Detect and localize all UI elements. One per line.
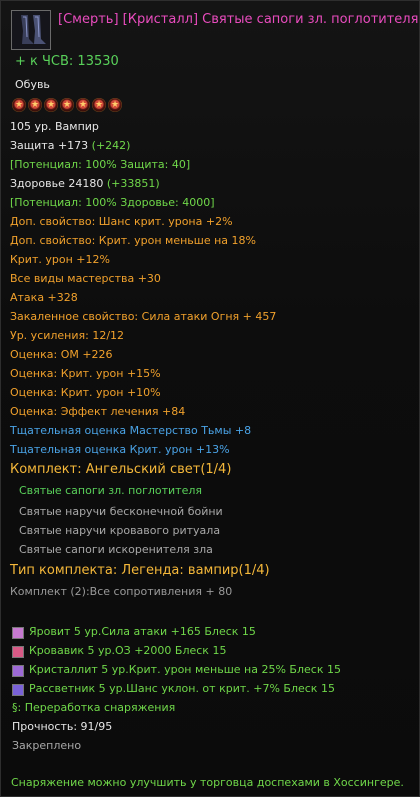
item-level: 105 ур. Вампир <box>10 120 99 133</box>
star-icon: ★ <box>28 98 42 112</box>
potential-health: [Потенциал: 100% Здоровье: 4000] <box>10 196 215 209</box>
tempered-property: Закаленное свойство: Сила атаки Огня + 4… <box>10 310 277 323</box>
upgrade-level: Ур. усиления: 12/12 <box>10 329 125 342</box>
set-bonus: Комплект (2):Все сопротивления + 80 <box>10 585 233 598</box>
gem-icon <box>12 665 24 677</box>
boots-item-icon <box>11 10 51 50</box>
set-item-4: Святые сапоги искоренителя зла <box>19 543 213 556</box>
health-bonus: (+33851) <box>106 177 160 190</box>
attack-stat: Атака +328 <box>10 291 78 304</box>
gem-icon <box>12 646 24 658</box>
defense-bonus: (+242) <box>91 139 131 152</box>
star-icon: ★ <box>92 98 106 112</box>
equipment-rework: §: Переработка снаряжения <box>12 701 176 714</box>
thorough-rating-2: Тщательная оценка Крит. урон +13% <box>10 443 230 456</box>
bound-status: Закреплено <box>12 739 82 752</box>
defense-stat: Защита +173 (+242) <box>10 138 130 154</box>
gem-1: Яровит 5 ур.Сила атаки +165 Блеск 15 <box>29 625 256 638</box>
gem-2: Кровавик 5 ур.ОЗ +2000 Блеск 15 <box>29 644 227 657</box>
item-tooltip: [Смерть] [Кристалл] Святые сапоги зл. по… <box>0 0 420 797</box>
extra-property-2: Доп. свойство: Крит. урон меньше на 18% <box>10 234 256 247</box>
item-slot: Обувь <box>15 78 50 91</box>
health-stat: Здоровье 24180 (+33851) <box>10 176 160 192</box>
gem-4: Рассветник 5 ур.Шанс уклон. от крит. +7%… <box>29 682 335 695</box>
enhancement-stars: ★ ★ ★ ★ ★ ★ ★ <box>12 98 122 112</box>
upgrade-hint: Снаряжение можно улучшить у торговца дос… <box>11 776 404 789</box>
item-title: [Смерть] [Кристалл] Святые сапоги зл. по… <box>58 12 419 27</box>
health-value: Здоровье 24180 <box>10 177 104 190</box>
star-icon: ★ <box>76 98 90 112</box>
combat-power: + к ЧСВ: 13530 <box>15 54 119 69</box>
star-icon: ★ <box>44 98 58 112</box>
mastery-stat: Все виды мастерства +30 <box>10 272 161 285</box>
durability: Прочность: 91/95 <box>12 720 113 733</box>
gem-icon <box>12 684 24 696</box>
rating-1: Оценка: ОМ +226 <box>10 348 113 361</box>
set-title: Комплект: Ангельский свет(1/4) <box>10 462 232 477</box>
rating-2: Оценка: Крит. урон +15% <box>10 367 161 380</box>
set-item-1: Святые сапоги зл. поглотителя <box>19 484 202 497</box>
rating-4: Оценка: Эффект лечения +84 <box>10 405 186 418</box>
star-icon: ★ <box>12 98 26 112</box>
thorough-rating-1: Тщательная оценка Мастерство Тьмы +8 <box>10 424 252 437</box>
set-type: Тип комплекта: Легенда: вампир(1/4) <box>10 563 270 578</box>
defense-value: Защита +173 <box>10 139 89 152</box>
gem-3: Кристаллит 5 ур.Крит. урон меньше на 25%… <box>29 663 341 676</box>
potential-defense: [Потенциал: 100% Защита: 40] <box>10 158 191 171</box>
set-item-3: Святые наручи кровавого ритуала <box>19 524 221 537</box>
extra-property-1: Доп. свойство: Шанс крит. урона +2% <box>10 215 233 228</box>
set-item-2: Святые наручи бесконечной бойни <box>19 505 223 518</box>
gem-icon <box>12 627 24 639</box>
crit-damage-stat: Крит. урон +12% <box>10 253 110 266</box>
rating-3: Оценка: Крит. урон +10% <box>10 386 161 399</box>
star-icon: ★ <box>108 98 122 112</box>
star-icon: ★ <box>60 98 74 112</box>
